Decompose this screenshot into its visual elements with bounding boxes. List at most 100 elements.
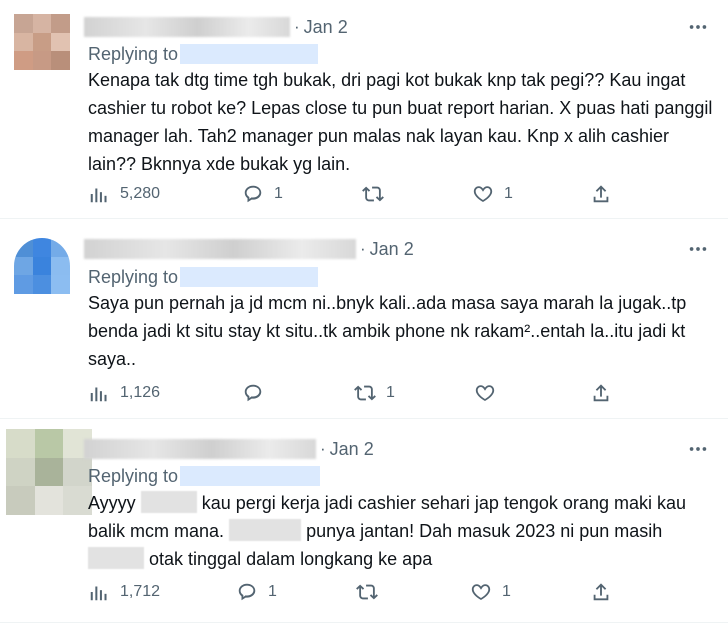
tweet[interactable]: · Jan 2 Replying to Saya pun pernah ja j… (0, 219, 728, 419)
avatar-tile (51, 51, 70, 70)
avatar-tile (32, 14, 52, 33)
retweet-button[interactable] (356, 579, 388, 605)
views-icon (90, 188, 107, 203)
redacted-word (88, 547, 144, 569)
retweet-button[interactable] (362, 181, 394, 207)
retweet-count: 1 (386, 384, 395, 401)
reply-icon (244, 384, 262, 402)
avatar-tile (14, 275, 33, 294)
avatar-tile (32, 238, 52, 257)
avatar-tile (51, 256, 70, 276)
reply-button[interactable]: 1 (236, 579, 277, 605)
views-count: 1,712 (120, 583, 161, 600)
avatar[interactable] (6, 429, 92, 515)
separator-dot: · (360, 239, 366, 258)
avatar-tile (51, 238, 70, 257)
avatar[interactable] (14, 238, 70, 294)
reply-icon (238, 583, 256, 601)
tweet-header: · Jan 2 (84, 15, 348, 39)
views-icon (90, 387, 107, 402)
author-name-redacted[interactable] (84, 439, 316, 459)
more-options-icon[interactable] (686, 237, 710, 261)
action-bar: 1,126 1 (88, 380, 628, 406)
tweet-text-part: otak tinggal dalam longkang ke apa (149, 549, 433, 569)
replying-to: Replying to (88, 265, 319, 289)
replying-to-label: Replying to (88, 465, 179, 486)
reply-button[interactable] (242, 380, 274, 406)
share-button[interactable] (590, 380, 612, 406)
tweet-text: Saya pun pernah ja jd mcm ni..bnyk kali.… (88, 293, 687, 369)
author-name-redacted[interactable] (84, 239, 356, 259)
avatar-tile (51, 32, 70, 52)
heart-icon (475, 385, 495, 401)
retweet-icon (362, 186, 384, 202)
avatar-tile (6, 486, 35, 515)
replying-to-label: Replying to (88, 266, 179, 287)
replying-to-label: Replying to (88, 43, 179, 64)
views-count: 1,126 (120, 384, 161, 401)
action-bar: 5,280 1 1 (88, 181, 628, 207)
tweet-text-part: punya jantan! Dah masuk 2023 ni pun masi… (306, 521, 663, 541)
tweet[interactable]: · Jan 2 Replying to Ayyyy kau pergi kerj… (0, 419, 728, 623)
avatar-tile (34, 429, 64, 458)
avatar-tile (14, 238, 33, 257)
heart-icon (471, 584, 491, 600)
share-button[interactable] (590, 181, 612, 207)
author-name-redacted[interactable] (84, 17, 290, 37)
avatar-tile (34, 457, 64, 487)
views-icon (90, 586, 107, 601)
share-icon (593, 185, 609, 203)
replying-to-handle-redacted[interactable] (180, 44, 319, 64)
reply-count: 1 (274, 185, 283, 202)
retweet-button[interactable]: 1 (354, 380, 395, 406)
like-count: 1 (504, 185, 513, 202)
tweet-text: Kenapa tak dtg time tgh bukak, dri pagi … (88, 70, 713, 174)
avatar-tile (6, 429, 35, 458)
like-count: 1 (502, 583, 511, 600)
views-button[interactable]: 5,280 (88, 181, 160, 207)
reply-button[interactable]: 1 (242, 181, 283, 207)
replying-to: Replying to (88, 42, 319, 66)
reply-count: 1 (268, 583, 277, 600)
avatar-tile (32, 275, 52, 294)
tweet-header: · Jan 2 (84, 437, 374, 461)
avatar-tile (6, 457, 35, 487)
share-icon (593, 583, 609, 601)
tweet-date[interactable]: Jan 2 (330, 439, 374, 460)
avatar-tile (14, 14, 33, 33)
avatar-tile (14, 32, 33, 52)
tweet-text: Ayyyy kau pergi kerja jadi cashier sehar… (88, 489, 718, 573)
reply-icon (244, 185, 262, 203)
redacted-mention (140, 491, 197, 513)
views-count: 5,280 (120, 185, 161, 202)
avatar-tile (32, 256, 52, 276)
retweet-icon (354, 385, 376, 401)
avatar-tile (14, 256, 33, 276)
action-bar: 1,712 1 1 (88, 579, 628, 605)
tweet[interactable]: · Jan 2 Replying to Kenapa tak dtg time … (0, 0, 728, 219)
replying-to-handle-redacted[interactable] (180, 267, 319, 287)
avatar-tile (32, 32, 52, 52)
avatar-tile (51, 275, 70, 294)
like-button[interactable]: 1 (470, 579, 511, 605)
tweet-text-part: Ayyyy (88, 493, 136, 513)
heart-icon (473, 186, 493, 202)
more-options-icon[interactable] (686, 437, 710, 461)
more-options-icon[interactable] (686, 15, 710, 39)
views-button[interactable]: 1,126 (88, 380, 160, 406)
like-button[interactable] (474, 380, 506, 406)
like-button[interactable]: 1 (472, 181, 513, 207)
share-button[interactable] (590, 579, 612, 605)
avatar[interactable] (14, 14, 70, 70)
share-icon (593, 384, 609, 402)
avatar-tile (14, 51, 33, 70)
tweet-date[interactable]: Jan 2 (304, 17, 348, 38)
tweet-date[interactable]: Jan 2 (370, 239, 414, 260)
separator-dot: · (320, 439, 326, 458)
redacted-word (229, 519, 302, 541)
avatar-tile (51, 14, 70, 33)
avatar-tile (32, 51, 52, 70)
separator-dot: · (294, 17, 300, 36)
replying-to-handle-redacted[interactable] (180, 466, 321, 486)
views-button[interactable]: 1,712 (88, 579, 160, 605)
